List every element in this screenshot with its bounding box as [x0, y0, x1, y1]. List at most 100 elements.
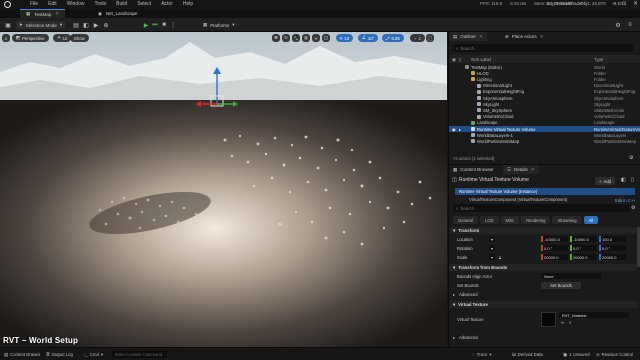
translate-icon[interactable]: ✥: [272, 34, 280, 42]
viewport-scene[interactable]: [0, 32, 447, 347]
scale-x-field[interactable]: 20000.0: [541, 254, 568, 260]
rotation-x-field[interactable]: 0.0 °: [541, 245, 568, 251]
content-icon[interactable]: ▤: [72, 21, 80, 29]
component-child-item[interactable]: VirtualTextureComponent (VirtualTextureC…: [455, 196, 635, 203]
scale-z-field[interactable]: 20000.0: [599, 254, 626, 260]
close-tab-icon[interactable]: ✕: [540, 34, 544, 40]
scale-y-field[interactable]: 20000.0: [570, 254, 597, 260]
outliner-search-input[interactable]: ⌕ Search...: [453, 44, 633, 52]
close-tab-icon[interactable]: ✕: [55, 11, 59, 17]
surface-snap-icon[interactable]: ⌖: [312, 34, 320, 42]
unsaved-button[interactable]: ▣ 1 Unsaved: [563, 351, 590, 358]
chevron-down-icon[interactable]: ▾: [489, 254, 495, 260]
scale-icon[interactable]: ⤡: [292, 34, 300, 42]
level-viewport[interactable]: [0, 32, 447, 347]
chevron-down-icon[interactable]: ▾: [489, 236, 495, 242]
eye-icon[interactable]: ◉: [452, 127, 456, 132]
lit-button[interactable]: ☀ Lit: [53, 34, 72, 42]
output-log-button[interactable]: ≣ Output Log: [46, 351, 73, 358]
menu-actor[interactable]: Actor: [161, 1, 173, 7]
filter-all[interactable]: All: [583, 216, 599, 224]
close-tab-icon[interactable]: ✕: [479, 34, 483, 40]
scale-lock-icon[interactable]: 🔒︎: [499, 255, 501, 260]
location-x-field[interactable]: -10000.0: [541, 236, 568, 242]
component-root-item[interactable]: Runtime Virtual Texture Volume (Instance…: [455, 188, 635, 195]
maximize-icon[interactable]: □: [622, 1, 626, 7]
tab-nm-landscape[interactable]: ◉ NM_Landscape: [92, 9, 143, 18]
prop-advanced-2[interactable]: ▸ Advanced: [449, 333, 637, 341]
filter-misc[interactable]: Misc: [500, 216, 520, 224]
browse-icon[interactable]: ⇐: [561, 320, 565, 326]
section-transform[interactable]: ▾ Transform: [449, 227, 637, 234]
filter-rendering[interactable]: Rendering: [521, 216, 551, 224]
menu-tools[interactable]: Tools: [94, 1, 106, 7]
rotation-z-field[interactable]: 0.0 °: [599, 245, 626, 251]
world-local-icon[interactable]: ◍: [302, 34, 310, 42]
menu-icon[interactable]: ≡: [626, 21, 634, 29]
tab-place-actors[interactable]: ⊕ Place Actors ✕: [501, 32, 548, 41]
blueprint-icon[interactable]: ◧: [621, 177, 626, 183]
mode-dropdown[interactable]: ➤ Selection Mode ▾: [16, 21, 66, 29]
pin-icon[interactable]: ▸: [459, 127, 461, 132]
viewport-menu-icon[interactable]: ≡: [2, 34, 10, 42]
set-bounds-button[interactable]: Set Bounds: [541, 281, 581, 289]
tab-outliner[interactable]: ▤ Outliner ✕: [449, 32, 487, 41]
close-icon[interactable]: ✕: [633, 0, 638, 7]
close-tab-icon[interactable]: ✕: [531, 167, 535, 173]
blueprint-icon[interactable]: ◧: [82, 21, 90, 29]
rotation-y-field[interactable]: 0.0 °: [570, 245, 597, 251]
lock-icon[interactable]: ▯: [631, 177, 634, 183]
revision-control-button[interactable]: ⊘ Revision Control: [596, 351, 633, 358]
camera-icon[interactable]: ◫: [322, 34, 330, 42]
edit-in-cpp-link[interactable]: Edit in C++: [615, 198, 636, 203]
lock-icon[interactable]: ▯: [459, 57, 461, 63]
tab-details[interactable]: ☰ Details ✕: [503, 165, 539, 174]
menu-window[interactable]: Window: [67, 1, 85, 7]
content-drawer-button[interactable]: ▤ Content Drawer: [4, 351, 40, 358]
details-search-input[interactable]: ⌕ Search: [453, 204, 629, 212]
location-y-field[interactable]: -10000.0: [570, 236, 597, 242]
filter-general[interactable]: General: [453, 216, 478, 224]
settings-icon[interactable]: ⚙: [614, 21, 622, 29]
rotation-snap-toggle[interactable]: ∠ 10°: [358, 34, 379, 42]
maximize-viewport-icon[interactable]: ⛶: [426, 34, 434, 42]
grid-snap-toggle[interactable]: # 10: [336, 34, 354, 42]
settings-icon[interactable]: ⚙: [631, 205, 635, 211]
scale-snap-toggle[interactable]: ⤢ 0.25: [382, 34, 404, 42]
location-z-field[interactable]: 100.0: [599, 236, 626, 242]
perspective-button[interactable]: ◩ Perspective: [12, 34, 49, 42]
bounds-align-dropdown[interactable]: None: [541, 273, 601, 279]
cinematics-icon[interactable]: ▶: [92, 21, 100, 29]
save-icon[interactable]: ▣: [4, 21, 12, 29]
virtual-texture-picker[interactable]: RVT_Material: [559, 312, 629, 318]
platforms-dropdown[interactable]: ▦ Platforms ▾: [200, 21, 238, 29]
filter-lod[interactable]: LOD: [479, 216, 499, 224]
menu-help[interactable]: Help: [183, 1, 193, 7]
section-transform-from-bounds[interactable]: ▾ Transform from Bounds: [449, 264, 637, 271]
prop-advanced[interactable]: ▸ Advanced: [449, 290, 637, 298]
col-item-label[interactable]: Item Label: [471, 57, 491, 62]
eye-icon[interactable]: ◉: [452, 57, 456, 63]
play-simulate-icon[interactable]: ⏭: [151, 21, 159, 29]
add-component-button[interactable]: + Add: [595, 177, 615, 185]
menu-select[interactable]: Select: [137, 1, 151, 7]
camera-speed-button[interactable]: ◔ 1: [410, 34, 425, 42]
show-button[interactable]: Show: [70, 34, 89, 42]
console-command-input[interactable]: Enter Console Command: [112, 351, 167, 358]
filter-streaming[interactable]: Streaming: [552, 216, 582, 224]
col-type[interactable]: Type: [594, 57, 603, 62]
menu-edit[interactable]: Edit: [48, 1, 57, 7]
tab-testmap[interactable]: ▦ TestMap ✕: [20, 9, 66, 18]
stop-icon[interactable]: ■: [160, 21, 168, 29]
view-options-icon[interactable]: ⚙: [629, 155, 633, 161]
section-virtual-texture[interactable]: ▾ Virtual Texture: [449, 301, 637, 308]
asset-thumbnail[interactable]: [541, 312, 556, 327]
play-icon[interactable]: ▶: [142, 21, 150, 29]
chevron-down-icon[interactable]: ▾: [489, 245, 495, 251]
menu-file[interactable]: File: [30, 1, 38, 7]
find-in-browser-icon[interactable]: ⌕: [569, 320, 572, 325]
minimize-icon[interactable]: –: [612, 1, 615, 7]
derived-data-button[interactable]: ⛁ Derived Data: [512, 351, 543, 358]
rotate-icon[interactable]: ↻: [282, 34, 290, 42]
cmd-dropdown[interactable]: ›_ Cmd ▾: [84, 351, 103, 358]
